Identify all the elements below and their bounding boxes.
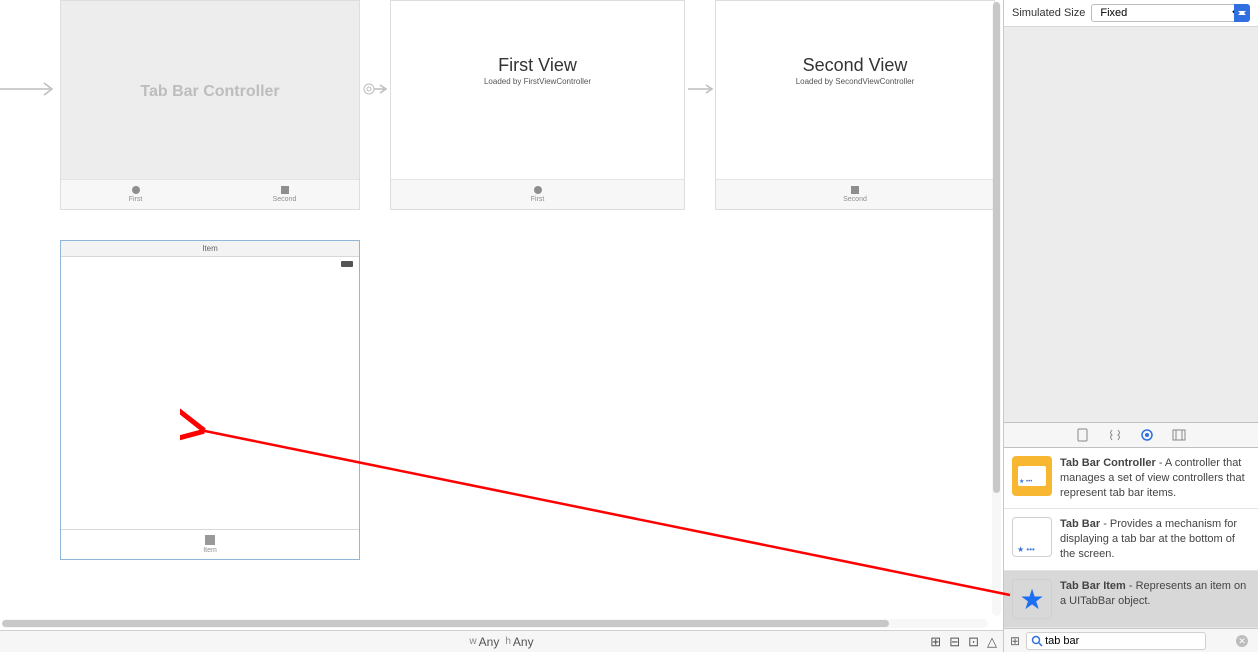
tab-bar-icon <box>1012 517 1052 557</box>
layout-tools: ⊞ ⊟ ⊡ △ <box>930 634 997 650</box>
segue-arrow[interactable] <box>688 82 714 96</box>
battery-icon <box>341 261 353 267</box>
tab-label: First <box>531 196 545 203</box>
scene-tab-bar-controller[interactable]: Tab Bar Controller First Second <box>60 0 360 210</box>
scene-title: Tab Bar Controller <box>61 83 359 101</box>
tab-bar: Second <box>716 179 994 209</box>
library-item-desc: Tab Bar - Provides a mechanism for displ… <box>1060 517 1250 562</box>
search-icon <box>1031 635 1043 647</box>
view-title: Second View <box>716 55 994 76</box>
square-icon <box>205 535 215 545</box>
library-item-tab-bar[interactable]: Tab Bar - Provides a mechanism for displ… <box>1004 509 1258 571</box>
file-template-icon[interactable] <box>1076 428 1090 442</box>
simulated-size-select[interactable]: Fixed <box>1091 4 1246 22</box>
tab-label: First <box>129 196 143 203</box>
scrollbar-thumb[interactable] <box>993 2 1000 493</box>
library-item-tab-bar-item[interactable]: Tab Bar Item - Represents an item on a U… <box>1004 571 1258 628</box>
media-library-icon[interactable] <box>1172 428 1186 442</box>
inspector-panel: Simulated Size Fixed Tab Bar Controller … <box>1003 0 1258 652</box>
object-library-icon[interactable] <box>1140 428 1154 442</box>
clear-search-icon[interactable]: ✕ <box>1236 635 1248 647</box>
code-snippet-icon[interactable] <box>1108 428 1122 442</box>
object-library-list[interactable]: Tab Bar Controller - A controller that m… <box>1004 448 1258 628</box>
grid-view-icon[interactable]: ⊞ <box>1010 634 1020 648</box>
square-icon <box>851 186 859 194</box>
scrollbar-thumb[interactable] <box>2 620 889 627</box>
inspector-empty-area <box>1004 27 1258 422</box>
resolve-icon[interactable]: △ <box>987 634 997 650</box>
tab-bar-item-icon <box>1012 579 1052 619</box>
height-value: Any <box>513 635 534 649</box>
align-icon[interactable]: ⊟ <box>949 634 960 650</box>
stack-icon[interactable]: ⊞ <box>930 634 941 650</box>
view-subtitle: Loaded by FirstViewController <box>391 77 684 86</box>
view-subtitle: Loaded by SecondViewController <box>716 77 994 86</box>
library-item-tab-bar-controller[interactable]: Tab Bar Controller - A controller that m… <box>1004 448 1258 510</box>
status-bar <box>61 257 359 271</box>
width-prefix: w <box>469 636 476 647</box>
tab-bar-controller-icon <box>1012 456 1052 496</box>
scene-header[interactable]: Item <box>61 241 359 257</box>
horizontal-scrollbar[interactable] <box>2 619 988 628</box>
scene-first-view[interactable]: First View Loaded by FirstViewController… <box>390 0 685 210</box>
scene-second-view[interactable]: Second View Loaded by SecondViewControll… <box>715 0 995 210</box>
height-prefix: h <box>505 636 511 647</box>
circle-icon <box>132 186 140 194</box>
tab-item-first[interactable]: First <box>391 180 684 209</box>
pin-icon[interactable]: ⊡ <box>968 634 979 650</box>
segue-arrow[interactable] <box>362 82 388 96</box>
tab-item-first[interactable]: First <box>61 180 210 209</box>
tab-label: Second <box>843 196 867 203</box>
tab-item-second[interactable]: Second <box>716 180 994 209</box>
width-value: Any <box>479 635 500 649</box>
tab-bar[interactable]: Item <box>61 529 359 559</box>
storyboard-canvas[interactable]: Tab Bar Controller First Second First Vi… <box>0 0 1003 652</box>
library-search-bar: ⊞ ✕ <box>1004 628 1258 652</box>
view-title: First View <box>391 55 684 76</box>
circle-icon <box>534 186 542 194</box>
simulated-size-row: Simulated Size Fixed <box>1004 0 1258 27</box>
library-item-desc: Tab Bar Item - Represents an item on a U… <box>1060 579 1250 619</box>
tab-item-second[interactable]: Second <box>210 180 359 209</box>
initial-arrow <box>0 82 58 96</box>
tab-bar: First <box>391 179 684 209</box>
tab-label: Item <box>203 547 217 554</box>
vertical-scrollbar[interactable] <box>992 2 1001 616</box>
simulated-size-label: Simulated Size <box>1012 7 1085 19</box>
size-class-bar[interactable]: w Any h Any ⊞ ⊟ ⊡ △ <box>0 630 1003 652</box>
tab-label: Second <box>273 196 297 203</box>
library-item-desc: Tab Bar Controller - A controller that m… <box>1060 456 1250 501</box>
scene-item[interactable]: Item Item <box>60 240 360 560</box>
library-search-input[interactable] <box>1026 632 1206 650</box>
library-tabs <box>1004 422 1258 448</box>
tab-bar: First Second <box>61 179 359 209</box>
square-icon <box>281 186 289 194</box>
